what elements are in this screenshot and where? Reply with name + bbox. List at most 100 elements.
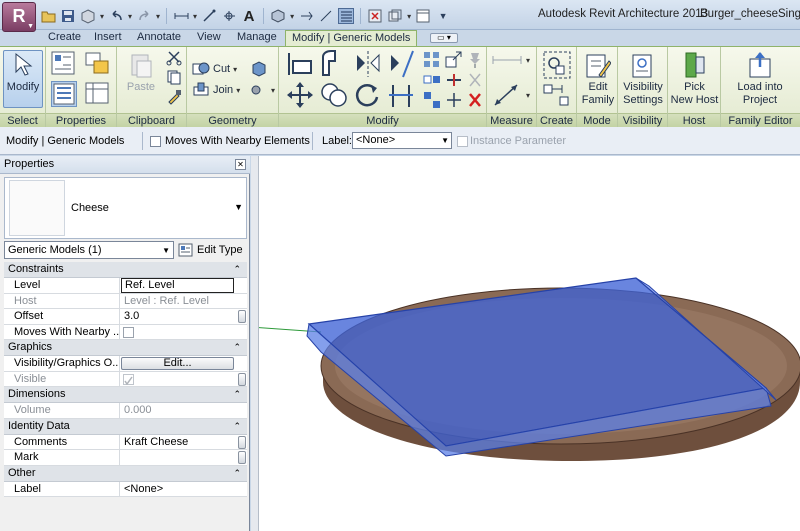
3d-view-dropdown-icon[interactable]: ▾ [290, 12, 294, 21]
tab-manage[interactable]: Manage [231, 30, 283, 46]
spot-elevation-icon[interactable] [221, 8, 237, 24]
pick-new-host-button[interactable]: Pick New Host [670, 51, 719, 107]
prop-offset-value[interactable]: 3.0 [124, 310, 139, 322]
redo-dropdown-icon[interactable]: ▾ [156, 12, 160, 21]
model-view[interactable] [250, 156, 800, 531]
prop-label-value[interactable]: <None> [124, 483, 163, 495]
align-button[interactable] [285, 49, 315, 79]
edit-type-button[interactable]: Edit Type [178, 241, 243, 259]
tag-icon[interactable] [201, 8, 217, 24]
copy-element-button[interactable] [423, 71, 441, 89]
scale-button[interactable] [445, 51, 463, 69]
array-circular-button[interactable] [423, 91, 441, 109]
open-icon[interactable] [40, 8, 56, 24]
collapse-chevron-icon[interactable]: ⌃ [233, 466, 241, 481]
aligned-dimension-button[interactable]: ▾ [491, 81, 530, 109]
create-group-button[interactable] [542, 50, 572, 80]
family-types-button[interactable] [84, 81, 110, 105]
undo-dropdown-icon[interactable]: ▾ [128, 12, 132, 21]
minimize-ribbon-button[interactable]: ▭ ▾ [430, 33, 458, 43]
group-other[interactable]: Other ⌃ [4, 465, 247, 482]
offset-button[interactable] [319, 49, 349, 79]
close-icon[interactable]: ✕ [235, 159, 246, 170]
moves-with-nearby-checkbox[interactable] [150, 136, 161, 147]
save-icon[interactable] [60, 8, 76, 24]
modify-button[interactable]: Modify [3, 50, 43, 108]
mark-scroll-handle[interactable] [238, 451, 246, 464]
mirror-pick-axis-button[interactable] [353, 49, 383, 79]
paste-button[interactable]: Paste [121, 51, 161, 94]
replicate-icon[interactable] [387, 8, 403, 24]
match-type-button[interactable] [166, 89, 182, 105]
measure-dropdown-arrow[interactable]: ▾ [526, 56, 530, 65]
collapse-chevron-icon[interactable]: ⌃ [233, 262, 241, 277]
paint-button[interactable]: ▾ [250, 82, 275, 98]
type-properties-button[interactable] [51, 81, 77, 107]
mirror-draw-axis-button[interactable] [387, 49, 417, 79]
offset-scroll-handle[interactable] [238, 310, 246, 323]
group-dimensions[interactable]: Dimensions ⌃ [4, 387, 247, 403]
group-graphics[interactable]: Graphics ⌃ [4, 340, 247, 356]
tab-annotate[interactable]: Annotate [131, 30, 187, 46]
instance-parameter-checkbox[interactable] [457, 136, 468, 147]
family-category-button[interactable] [84, 51, 110, 75]
prop-level-input[interactable]: Ref. Level [121, 278, 234, 293]
text-icon[interactable]: A [241, 8, 257, 25]
prop-offset-value-cell[interactable]: 3.0 [120, 309, 247, 324]
comments-scroll-handle[interactable] [238, 435, 246, 449]
trim-extend-button[interactable] [387, 81, 417, 109]
split-face-button[interactable] [250, 61, 268, 77]
trim-button[interactable] [445, 91, 463, 109]
3d-viewport[interactable] [250, 156, 800, 531]
properties-button[interactable] [51, 51, 75, 75]
group-identity-data[interactable]: Identity Data ⌃ [4, 418, 247, 435]
customize-qat-icon[interactable]: ▼ [435, 8, 451, 24]
type-selector[interactable]: Cheese ▼ [4, 177, 247, 239]
copy-modify-button[interactable] [319, 81, 349, 109]
sync-dropdown-icon[interactable]: ▾ [100, 12, 104, 21]
cascade-icon[interactable] [415, 8, 431, 24]
visibility-settings-button[interactable]: Visibility Settings [619, 51, 667, 107]
prop-comments-value-cell[interactable]: Kraft Cheese [120, 435, 247, 450]
tab-modify-generic-models[interactable]: Modify | Generic Models [285, 30, 418, 46]
category-filter-select[interactable]: Generic Models (1) ▼ [4, 241, 174, 259]
aligned-dimension-icon[interactable] [173, 8, 189, 24]
create-similar-button[interactable] [542, 83, 572, 109]
group-constraints[interactable]: Constraints ⌃ [4, 262, 247, 278]
thin-lines-icon[interactable] [318, 8, 334, 24]
delete-button[interactable] [467, 91, 483, 109]
section-icon[interactable] [298, 8, 314, 24]
pin-button[interactable] [467, 51, 483, 69]
switch-windows-icon[interactable] [338, 8, 355, 24]
visible-scroll-handle[interactable] [238, 372, 246, 386]
copy-button[interactable] [166, 69, 182, 85]
measure-dropdown-icon[interactable]: ▾ [193, 12, 197, 21]
prop-level-value-cell[interactable]: Ref. Level [120, 278, 247, 293]
application-menu-button[interactable]: R ▼ [2, 2, 36, 32]
prop-mark-value-cell[interactable] [120, 450, 247, 465]
synchronize-icon[interactable] [80, 8, 96, 24]
type-selector-dropdown-icon[interactable]: ▼ [234, 202, 243, 212]
prop-label-value-cell[interactable]: <None> [120, 482, 247, 497]
window-dropdown-icon[interactable]: ▾ [407, 12, 411, 21]
close-hidden-windows-icon[interactable] [367, 8, 383, 24]
move-button[interactable] [285, 81, 315, 109]
rotate-button[interactable] [353, 81, 383, 109]
paint-dropdown-icon[interactable]: ▾ [271, 86, 275, 95]
tab-create[interactable]: Create [42, 30, 87, 46]
collapse-chevron-icon[interactable]: ⌃ [233, 340, 241, 355]
join-geometry-button[interactable]: Join ▾ [192, 82, 240, 98]
load-into-project-button[interactable]: Load into Project [725, 51, 795, 107]
moves-with-nearby-prop-checkbox[interactable] [123, 326, 134, 338]
join-dropdown-icon[interactable]: ▾ [236, 86, 240, 95]
dimension-dropdown-arrow[interactable]: ▾ [526, 91, 530, 100]
collapse-chevron-icon[interactable]: ⌃ [233, 419, 241, 434]
measure-distance-button[interactable]: ▾ [491, 53, 530, 67]
redo-icon[interactable] [136, 8, 152, 24]
label-select[interactable]: <None> ▼ [352, 132, 452, 149]
collapse-chevron-icon[interactable]: ⌃ [233, 387, 241, 402]
tab-insert[interactable]: Insert [88, 30, 128, 46]
prop-comments-value[interactable]: Kraft Cheese [124, 436, 188, 448]
cut-button[interactable] [166, 50, 182, 66]
split-element-button[interactable] [445, 71, 463, 89]
